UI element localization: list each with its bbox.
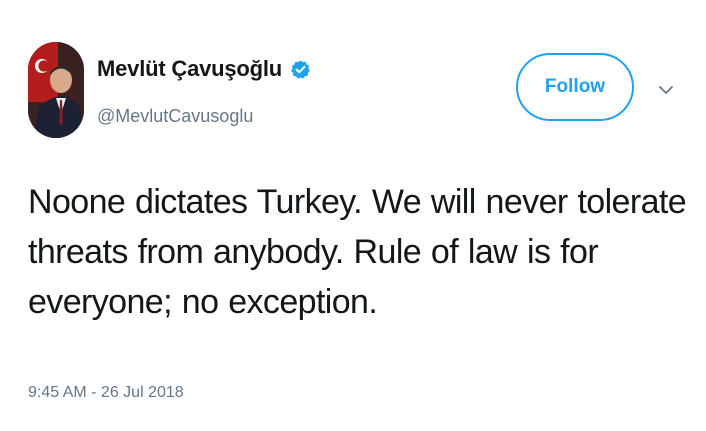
author-name-row: Mevlüt Çavuşoğlu [97,56,311,82]
tweet-text-line: Noone dictates Turkey. We will never tol… [28,183,687,221]
verified-badge-icon [290,59,311,80]
tweet-text: Noone dictates Turkey. We will never tol… [28,177,688,327]
tweet-timestamp[interactable]: 9:45 AM - 26 Jul 2018 [28,384,184,402]
author-handle[interactable]: @MevlutCavusoglu [97,106,253,127]
avatar-photo [28,42,84,138]
author-display-name[interactable]: Mevlüt Çavuşoğlu [97,56,282,82]
follow-button[interactable]: Follow [516,53,634,121]
tweet-text-line: threats from anybody. Rule of law is for [28,233,599,271]
chevron-down-icon[interactable] [656,80,676,100]
tweet-text-line: everyone; no exception. [28,283,378,321]
tweet-card: Mevlüt Çavuşoğlu @MevlutCavusoglu Follow… [0,0,706,431]
avatar[interactable] [28,42,84,138]
